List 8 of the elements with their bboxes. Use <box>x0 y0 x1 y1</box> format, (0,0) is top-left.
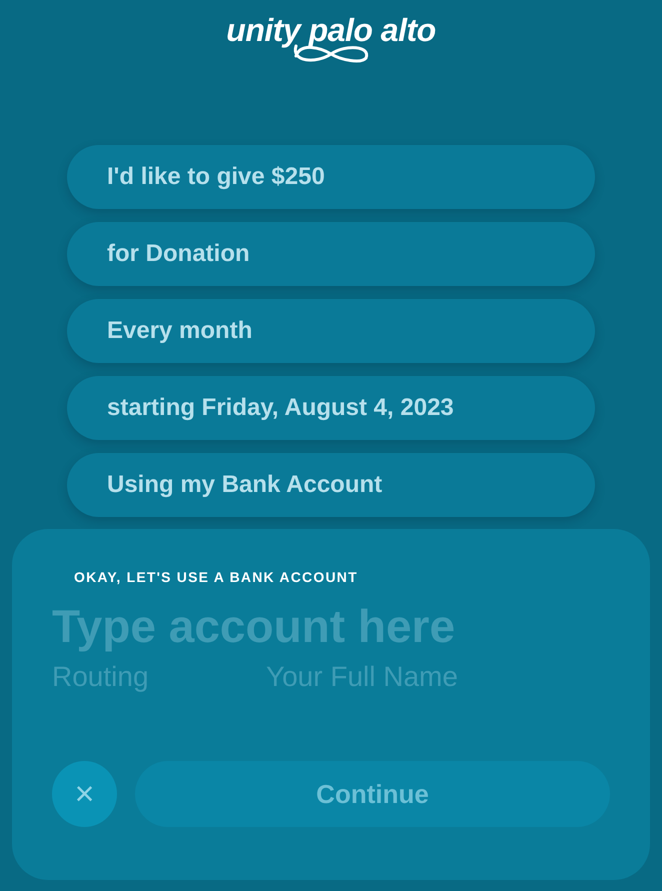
panel-heading: OKAY, LET'S USE A BANK ACCOUNT <box>74 569 359 585</box>
choice-button[interactable]: Using my Bank Account <box>67 453 595 517</box>
choice-button[interactable]: for Donation <box>67 222 595 286</box>
choice-button[interactable]: I'd like to give $250 <box>67 145 595 209</box>
choice-button[interactable]: Every month <box>67 299 595 363</box>
logo-text: unity palo alto <box>226 12 436 48</box>
close-button[interactable]: × <box>52 761 117 827</box>
choice-button[interactable]: starting Friday, August 4, 2023 <box>67 376 595 440</box>
